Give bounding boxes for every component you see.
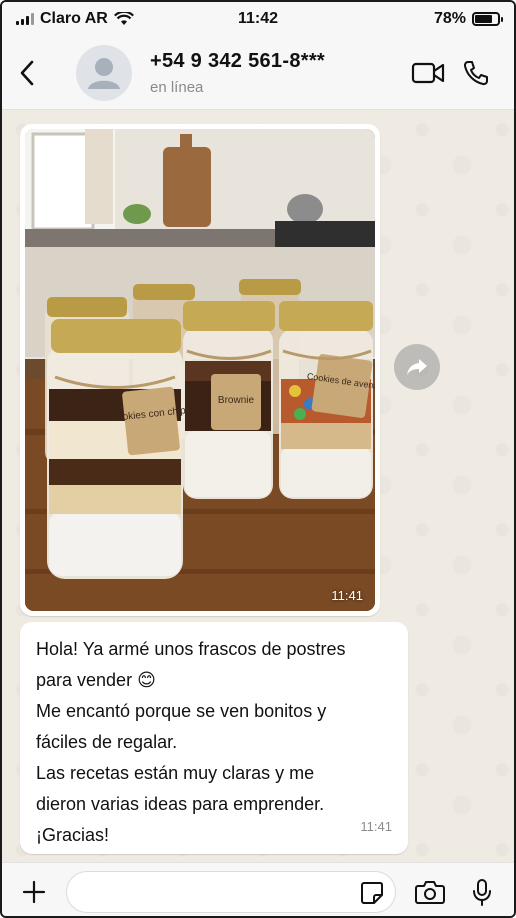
camera-button[interactable] xyxy=(408,870,452,914)
status-right: 78% xyxy=(330,10,503,28)
default-avatar-icon xyxy=(88,57,120,89)
message-line: ¡Gracias! xyxy=(36,825,110,845)
text-message[interactable]: Hola! Ya armé unos frascos de postres pa… xyxy=(20,622,408,854)
contact-info[interactable]: +54 9 342 561-8*** en línea xyxy=(150,50,404,96)
message-line: Hola! Ya armé unos frascos de postres xyxy=(36,639,346,659)
clock: 11:42 xyxy=(237,10,279,27)
phone-icon xyxy=(463,60,488,85)
microphone-button[interactable] xyxy=(460,870,504,914)
message-line: dieron varias ideas para emprender. xyxy=(36,794,325,814)
voice-call-button[interactable] xyxy=(452,49,500,97)
plus-icon xyxy=(22,880,46,903)
message-input-box[interactable] xyxy=(66,871,396,913)
contact-status: en línea xyxy=(150,78,204,96)
sticker-button[interactable] xyxy=(359,880,385,906)
message-line: fáciles de regalar. xyxy=(36,732,178,752)
chat-area[interactable]: Cookies con chips Brownie Cookies de ave… xyxy=(2,110,514,862)
message-input[interactable] xyxy=(81,872,341,912)
tag-brownie: Brownie xyxy=(218,395,255,406)
forward-icon xyxy=(407,359,427,375)
signal-icon xyxy=(16,13,34,25)
microphone-icon xyxy=(473,879,491,906)
input-bar xyxy=(2,862,514,916)
battery-level xyxy=(475,15,493,23)
image-timestamp: 11:41 xyxy=(331,588,363,603)
photo-jars[interactable]: Cookies con chips Brownie Cookies de ave… xyxy=(25,129,375,611)
message-line: para vender 😊 xyxy=(36,670,156,690)
back-button[interactable] xyxy=(2,36,52,110)
battery-icon xyxy=(472,12,503,26)
chevron-left-icon xyxy=(20,60,34,85)
status-bar: Claro AR 11:42 78% xyxy=(2,2,514,36)
camera-icon xyxy=(415,881,445,904)
message-line: Me encantó porque se ven bonitos y xyxy=(36,701,327,721)
video-call-button[interactable] xyxy=(404,49,452,97)
dessert-jars-image: Cookies con chips Brownie Cookies de ave… xyxy=(25,129,375,611)
battery-percent: 78% xyxy=(433,10,466,27)
image-message[interactable]: Cookies con chips Brownie Cookies de ave… xyxy=(20,124,380,616)
video-camera-icon xyxy=(411,62,445,83)
message-timestamp: 11:41 xyxy=(360,819,392,834)
contact-name: +54 9 342 561-8*** xyxy=(150,49,325,72)
add-attachment-button[interactable] xyxy=(12,870,56,914)
message-line: Las recetas están muy claras y me xyxy=(36,763,315,783)
status-left: Claro AR xyxy=(16,10,186,28)
phone-frame: Claro AR 11:42 78% +54 9 342 561-8*** en… xyxy=(0,0,516,918)
forward-button[interactable] xyxy=(394,344,440,390)
chat-header: +54 9 342 561-8*** en línea xyxy=(2,36,514,110)
wifi-icon xyxy=(113,12,134,25)
sticker-icon xyxy=(361,882,383,904)
avatar[interactable] xyxy=(76,44,132,101)
carrier-label: Claro AR xyxy=(40,10,108,27)
